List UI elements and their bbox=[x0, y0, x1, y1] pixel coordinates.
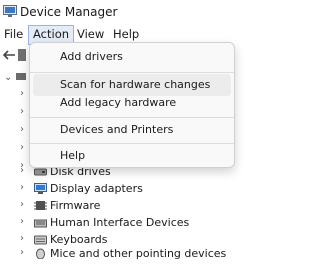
hid-icon bbox=[34, 219, 47, 228]
chevron-right-icon[interactable]: › bbox=[20, 124, 24, 135]
tree-item-label: Firmware bbox=[50, 199, 101, 212]
back-arrow-icon[interactable] bbox=[2, 50, 16, 60]
menu-help[interactable]: Help bbox=[109, 25, 143, 43]
chevron-right-icon[interactable]: › bbox=[20, 182, 24, 193]
menu-separator bbox=[30, 72, 234, 73]
menu-view[interactable]: View bbox=[73, 25, 108, 43]
tree-item-label: Human Interface Devices bbox=[50, 216, 190, 229]
chevron-right-icon[interactable]: › bbox=[20, 88, 24, 99]
chevron-right-icon[interactable]: › bbox=[20, 233, 24, 244]
menu-item-add-legacy-hardware[interactable]: Add legacy hardware bbox=[33, 92, 231, 114]
keyboard-icon bbox=[34, 235, 47, 245]
menu-separator bbox=[30, 143, 234, 144]
tree-item-label: Mice and other pointing devices bbox=[50, 247, 227, 260]
computer-icon bbox=[18, 49, 26, 61]
chevron-right-icon[interactable]: › bbox=[20, 216, 24, 227]
menu-item-devices-and-printers[interactable]: Devices and Printers bbox=[33, 119, 231, 141]
menu-item-label: Add legacy hardware bbox=[60, 96, 177, 109]
menu-bar: File Action View Help bbox=[0, 24, 321, 45]
chevron-down-icon[interactable]: ⌄ bbox=[4, 72, 12, 83]
menu-item-label: Help bbox=[60, 149, 86, 162]
tree-item-label: Keyboards bbox=[50, 233, 108, 246]
window-title: Device Manager bbox=[20, 5, 118, 19]
tree-item-human-interface-devices[interactable]: › Human Interface Devices bbox=[0, 214, 321, 232]
tree-item-firmware[interactable]: › Firmware bbox=[0, 197, 321, 215]
menu-separator bbox=[30, 117, 234, 118]
chevron-right-icon[interactable]: › bbox=[20, 142, 24, 153]
menu-item-label: Add drivers bbox=[60, 50, 123, 63]
firmware-icon bbox=[34, 201, 47, 210]
title-bar: Device Manager bbox=[0, 0, 321, 24]
menu-file[interactable]: File bbox=[0, 25, 27, 43]
tree-item-label: Display adapters bbox=[50, 182, 143, 195]
display-adapter-icon bbox=[34, 183, 47, 194]
menu-item-help[interactable]: Help bbox=[33, 145, 231, 167]
chevron-right-icon[interactable]: › bbox=[20, 106, 24, 117]
action-menu-dropdown: Add drivers Scan for hardware changes Ad… bbox=[29, 42, 235, 168]
menu-item-add-drivers[interactable]: Add drivers bbox=[33, 46, 231, 68]
menu-item-label: Devices and Printers bbox=[60, 123, 174, 136]
chevron-right-icon[interactable]: › bbox=[20, 247, 24, 258]
chevron-right-icon[interactable]: › bbox=[20, 165, 24, 176]
chevron-right-icon[interactable]: › bbox=[20, 199, 24, 210]
tree-item-display-adapters[interactable]: › Display adapters bbox=[0, 180, 321, 198]
computer-icon bbox=[16, 73, 26, 80]
tree-item-mice[interactable]: › Mice and other pointing devices bbox=[0, 246, 321, 264]
device-manager-icon bbox=[3, 5, 17, 17]
